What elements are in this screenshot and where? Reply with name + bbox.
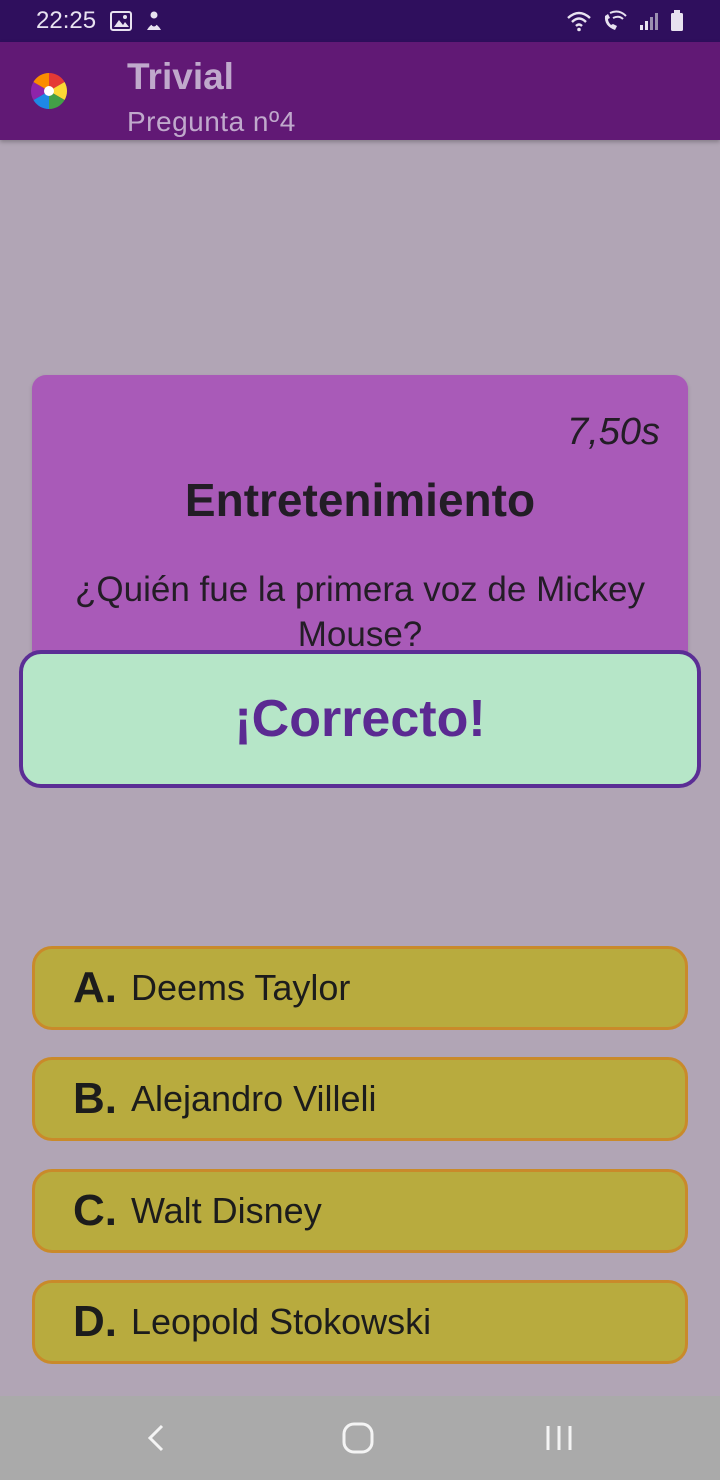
question-text: ¿Quién fue la primera voz de Mickey Mous… xyxy=(75,570,645,654)
answer-option-d[interactable]: D. Leopold Stokowski xyxy=(32,1280,688,1364)
recents-icon[interactable] xyxy=(540,1418,580,1458)
home-icon[interactable] xyxy=(338,1418,378,1458)
status-bar: 22:25 xyxy=(0,0,720,42)
status-left-icons xyxy=(110,10,164,32)
answer-letter: C. xyxy=(73,1186,117,1235)
answer-option-a[interactable]: A. Deems Taylor xyxy=(32,946,688,1030)
answer-option-b[interactable]: B. Alejandro Villeli xyxy=(32,1057,688,1141)
answer-text: Leopold Stokowski xyxy=(131,1301,432,1342)
answer-text: Walt Disney xyxy=(131,1190,322,1231)
notification-icon xyxy=(144,10,164,32)
feedback-text: ¡Correcto! xyxy=(234,690,486,748)
question-category: Entretenimiento xyxy=(184,474,536,526)
app-bar: Trivial Pregunta nº4 xyxy=(0,42,720,140)
image-icon xyxy=(110,11,133,31)
signal-icon xyxy=(638,11,660,31)
navigation-bar xyxy=(0,1396,720,1480)
answer-letter: D. xyxy=(73,1297,117,1346)
trivia-wheel-icon xyxy=(31,73,67,109)
status-right-icons xyxy=(566,10,684,32)
logo-hub xyxy=(44,86,54,96)
status-time: 22:25 xyxy=(36,7,97,34)
back-icon[interactable] xyxy=(138,1418,178,1458)
answer-option-c[interactable]: C. Walt Disney xyxy=(32,1169,688,1253)
timer: 7,50s xyxy=(567,411,660,453)
app-title: Trivial xyxy=(127,56,234,97)
answer-letter: B. xyxy=(73,1074,117,1123)
answer-letter: A. xyxy=(73,963,117,1012)
wifi-call-icon xyxy=(602,10,628,32)
answer-text: Alejandro Villeli xyxy=(131,1078,377,1119)
question-number: Pregunta nº4 xyxy=(127,106,296,137)
battery-icon xyxy=(670,10,684,32)
answer-text: Deems Taylor xyxy=(131,967,351,1008)
feedback-banner: ¡Correcto! xyxy=(19,650,701,788)
wifi-icon xyxy=(566,10,592,32)
